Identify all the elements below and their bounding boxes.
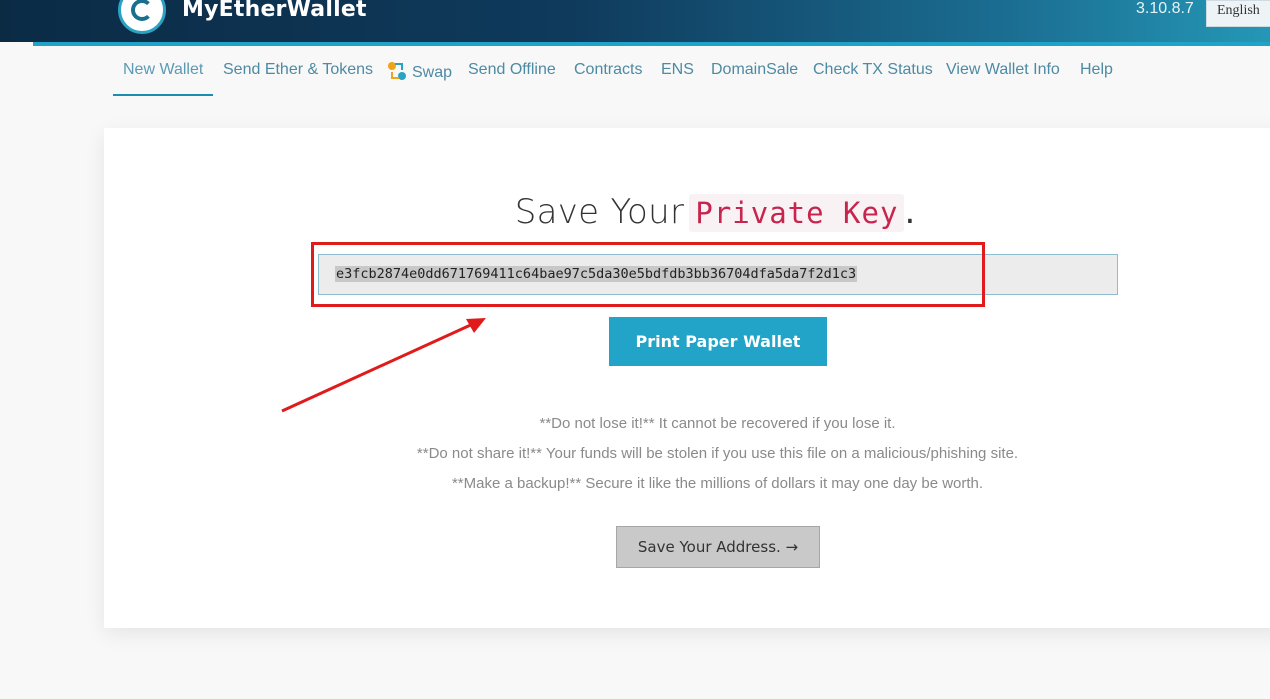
nav-view-wallet-info[interactable]: View Wallet Info [946, 61, 1060, 79]
active-tab-underline [113, 94, 213, 96]
brand-name[interactable]: MyEtherWallet [182, 0, 367, 22]
annotation-arrow-icon [281, 318, 486, 413]
nav-swap[interactable]: Swap [387, 61, 452, 82]
nav-help[interactable]: Help [1080, 61, 1113, 79]
nav-send-ether-tokens[interactable]: Send Ether & Tokens [223, 61, 373, 79]
annotation-highlight-box [311, 242, 985, 307]
warning-do-not-lose: **Do not lose it!** It cannot be recover… [539, 415, 896, 432]
nav-check-tx-status[interactable]: Check TX Status [813, 61, 933, 79]
nav-send-offline[interactable]: Send Offline [468, 61, 556, 79]
save-your-address-button[interactable]: Save Your Address. → [616, 526, 820, 568]
version-label: 3.10.8.7 [1136, 0, 1194, 17]
nav-new-wallet[interactable]: New Wallet [123, 61, 203, 79]
main-nav: New Wallet Send Ether & Tokens Swap Send… [0, 46, 1270, 102]
nav-domainsale[interactable]: DomainSale [711, 61, 798, 79]
language-dropdown[interactable]: English [1206, 0, 1270, 27]
title-private-key: Private Key [689, 194, 905, 232]
title-suffix: . [904, 192, 916, 232]
page-title: Save Your Private Key. [0, 192, 1270, 232]
warning-make-backup: **Make a backup!** Secure it like the mi… [451, 475, 984, 492]
nav-ens[interactable]: ENS [661, 61, 694, 79]
nav-contracts[interactable]: Contracts [574, 61, 642, 79]
title-prefix: Save Your [514, 192, 685, 232]
print-paper-wallet-button[interactable]: Print Paper Wallet [609, 317, 827, 366]
warning-do-not-share: **Do not share it!** Your funds will be … [416, 445, 1019, 462]
swap-icon [388, 62, 406, 80]
nav-swap-label: Swap [412, 64, 453, 81]
